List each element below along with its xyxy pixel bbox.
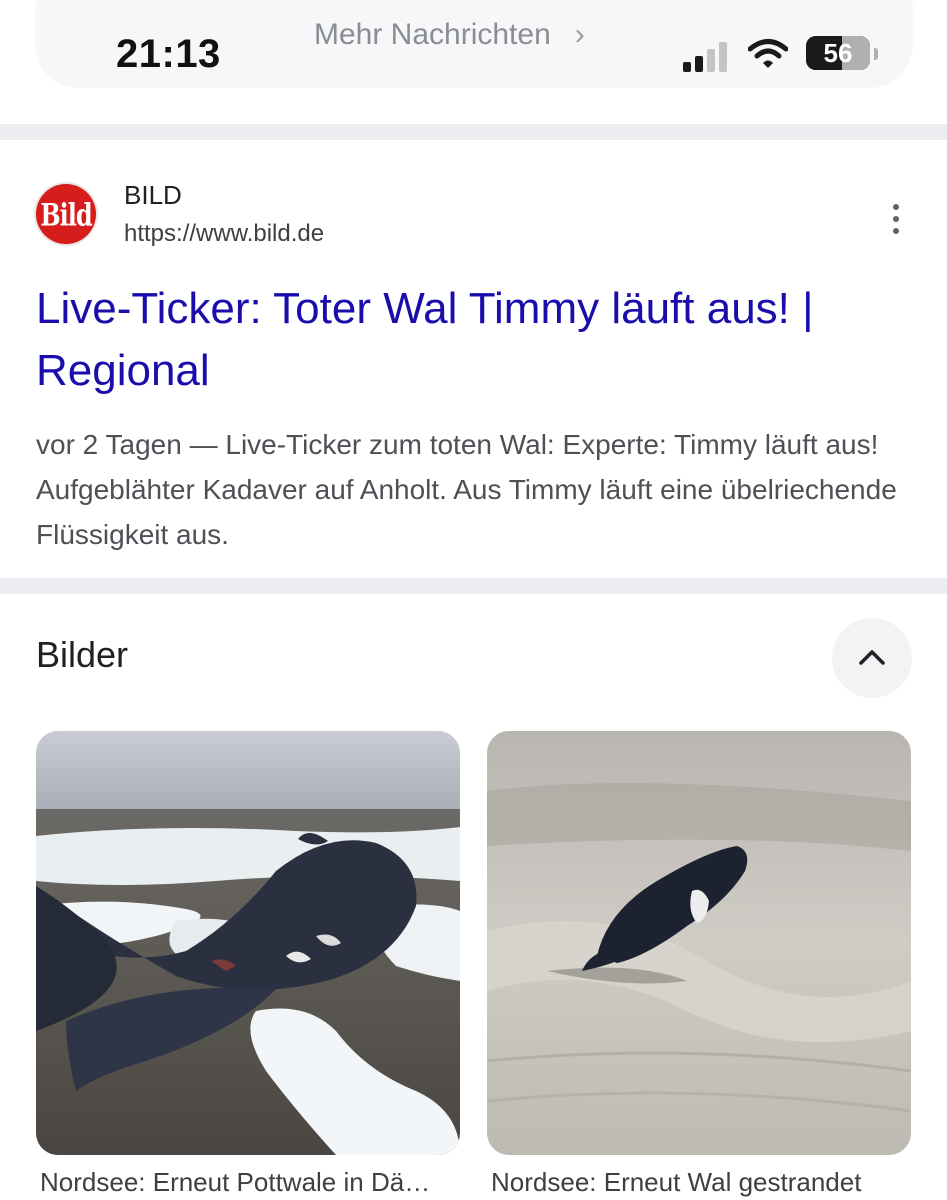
collapse-button[interactable] [832,618,912,698]
result-snippet: vor 2 Tagen — Live-Ticker zum toten Wal:… [36,429,897,550]
more-news-label: Mehr Nachrichten [314,18,551,51]
cellular-signal-icon [683,42,727,72]
site-favicon[interactable]: Bild [36,184,96,244]
wifi-icon [748,39,788,68]
result-title-link[interactable]: Live-Ticker: Toter Wal Timmy läuft aus! … [36,278,916,402]
image-caption[interactable]: Nordsee: Erneut Wal gestrandet [491,1167,921,1198]
images-heading: Bilder [36,634,129,675]
battery-level: 56 [823,38,853,68]
status-time: 21:13 [116,32,221,76]
more-news-link[interactable]: Mehr Nachrichten › [314,18,585,52]
image-thumbnail[interactable] [487,731,911,1155]
battery-cap [874,48,878,60]
section-divider [0,578,947,594]
battery-icon: 56 [806,36,870,70]
chevron-right-icon: › [574,18,585,51]
site-name[interactable]: BILD [124,180,182,211]
image-thumbnail[interactable] [36,731,460,1155]
site-url[interactable]: https://www.bild.de [124,220,324,248]
image-caption[interactable]: Nordsee: Erneut Pottwale in Dä… [40,1167,470,1198]
section-divider [0,124,947,140]
chevron-up-icon [859,650,885,665]
more-options-icon[interactable] [882,204,910,240]
logo-text: Bild [40,195,92,233]
whale-beach-photo [36,731,460,1155]
status-bar: 21:13 Mehr Nachrichten › 56 [36,0,912,86]
whale-sand-photo [487,731,911,1155]
